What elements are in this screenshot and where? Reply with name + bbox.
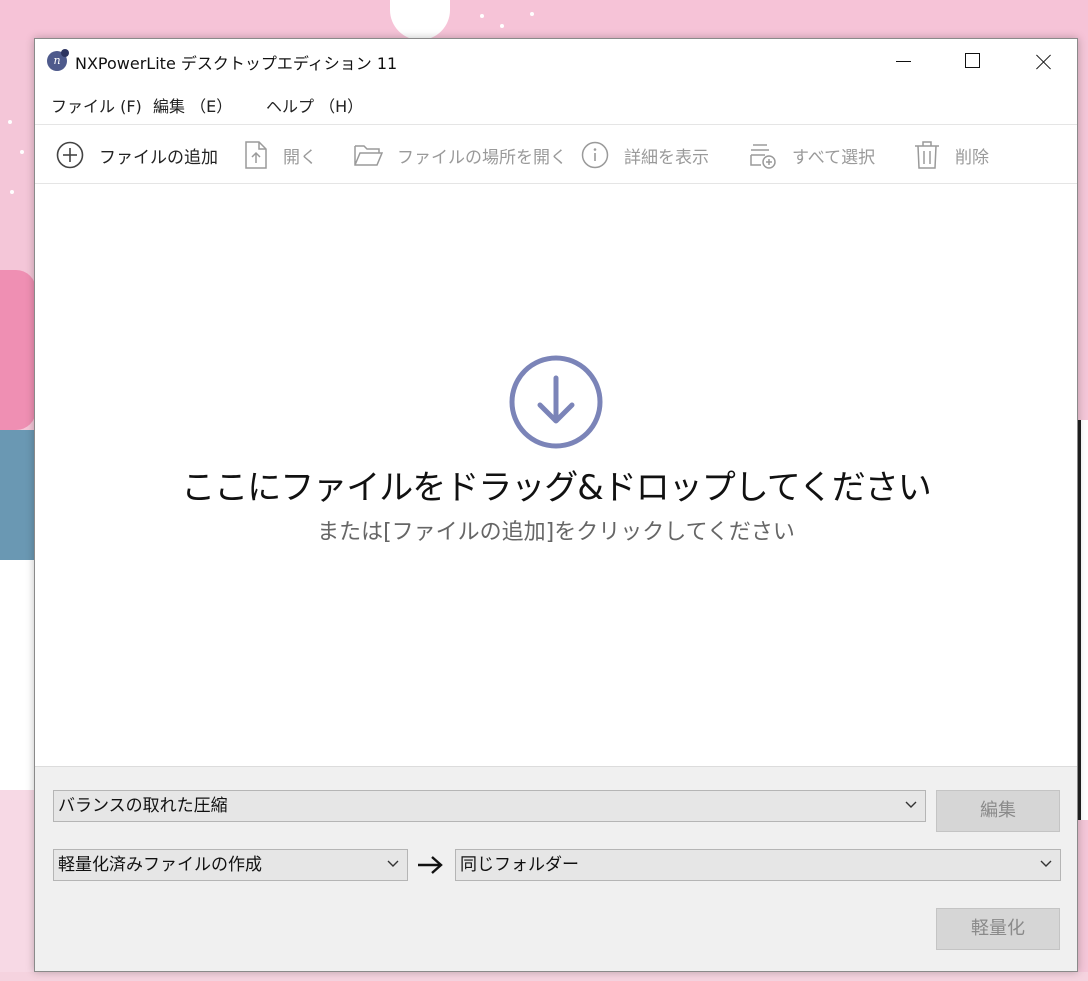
delete-button[interactable]: 削除 [913, 125, 989, 185]
toolbar: ファイルの追加 開く ファイルの場所を開く 詳細を表示 すべて選択 削除 [35, 124, 1077, 184]
destination-value: 同じフォルダー [460, 855, 579, 875]
menu-bar: ファイル (F) 編集 （E） ヘルプ （H） [35, 83, 1077, 123]
chevron-down-icon [905, 801, 917, 808]
wallpaper-dot [480, 14, 484, 18]
output-action-value: 軽量化済みファイルの作成 [58, 855, 262, 875]
wallpaper-dot [530, 12, 534, 16]
add-file-button[interactable]: ファイルの追加 [55, 125, 218, 185]
title-bar[interactable]: n NXPowerLite デスクトップエディション 11 [35, 39, 1077, 83]
app-window: n NXPowerLite デスクトップエディション 11 ファイル (F) 編… [34, 38, 1078, 972]
trash-icon [915, 141, 939, 169]
chevron-down-icon [387, 860, 399, 867]
chevron-down-icon [1040, 860, 1052, 867]
select-all-icon [750, 144, 776, 169]
desktop-wallpaper [0, 0, 1088, 40]
wallpaper-shape [0, 430, 36, 580]
folder-icon [354, 145, 383, 166]
wallpaper-dot [500, 24, 504, 28]
open-location-button[interactable]: ファイルの場所を開く [353, 125, 567, 185]
minimize-button[interactable] [868, 39, 936, 83]
download-arrow-icon [509, 355, 603, 449]
select-all-button[interactable]: すべて選択 [748, 125, 875, 185]
info-icon [581, 141, 609, 169]
preset-value: バランスの取れた圧縮 [58, 796, 228, 816]
wallpaper-dot [8, 120, 12, 124]
show-details-label: 詳細を表示 [624, 147, 709, 168]
add-circle-icon [56, 141, 84, 169]
open-location-label: ファイルの場所を開く [397, 147, 567, 168]
edit-preset-button[interactable]: 編集 [936, 790, 1060, 832]
preset-select[interactable]: バランスの取れた圧縮 [53, 790, 926, 822]
maximize-button[interactable] [937, 39, 1005, 83]
wallpaper-shape [1078, 420, 1088, 820]
open-label: 開く [283, 147, 317, 168]
open-button[interactable]: 開く [243, 125, 317, 185]
output-action-select[interactable]: 軽量化済みファイルの作成 [53, 849, 408, 881]
compress-button[interactable]: 軽量化 [936, 908, 1060, 950]
menu-help[interactable]: ヘルプ （H） [266, 93, 363, 117]
close-button[interactable] [1007, 39, 1075, 83]
drop-title: ここにファイルをドラッグ&ドロップしてください [181, 468, 931, 508]
destination-select[interactable]: 同じフォルダー [455, 849, 1061, 881]
options-panel: バランスの取れた圧縮 編集 軽量化済みファイルの作成 同じフォルダー 軽量化 [35, 766, 1077, 971]
wallpaper-dot [10, 190, 14, 194]
wallpaper-shape [0, 790, 36, 981]
window-title: NXPowerLite デスクトップエディション 11 [75, 54, 398, 73]
add-file-label: ファイルの追加 [99, 147, 218, 168]
delete-label: 削除 [955, 147, 989, 168]
show-details-button[interactable]: 詳細を表示 [580, 125, 709, 185]
select-all-label: すべて選択 [792, 147, 876, 168]
drop-subtitle: または[ファイルの追加]をクリックしてください [317, 520, 795, 545]
wallpaper-dot [20, 150, 24, 154]
app-logo-icon: n [47, 49, 69, 71]
menu-edit[interactable]: 編集 （E） [153, 93, 232, 117]
wallpaper-shape [0, 560, 36, 790]
right-arrow-icon [418, 856, 443, 874]
wallpaper-shape [0, 972, 1088, 981]
file-drop-zone[interactable]: ここにファイルをドラッグ&ドロップしてください または[ファイルの追加]をクリッ… [35, 184, 1077, 766]
open-file-icon [245, 141, 267, 169]
menu-file[interactable]: ファイル (F) [51, 93, 142, 117]
wallpaper-shape [0, 270, 36, 430]
